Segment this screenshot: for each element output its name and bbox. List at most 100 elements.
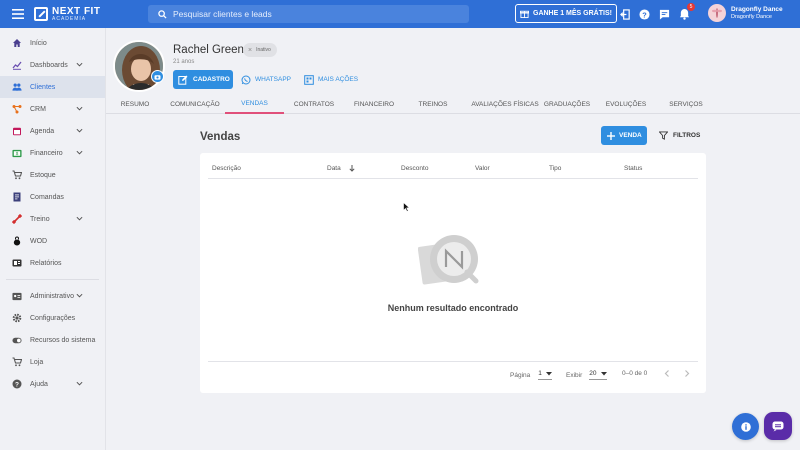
column-header-label: Data: [327, 165, 341, 172]
page-select[interactable]: 1: [538, 370, 553, 380]
sidebar-item-label: Agenda: [30, 127, 55, 135]
user-avatar: [708, 4, 726, 22]
sidebar-item-financeiro[interactable]: $ Financeiro: [0, 142, 105, 164]
tab-evolucoes[interactable]: EVOLUÇÕES: [606, 95, 646, 114]
sidebar-item-crm[interactable]: CRM: [0, 98, 105, 120]
next-page-button[interactable]: [684, 370, 690, 377]
menu-icon[interactable]: [4, 0, 32, 28]
bell-icon[interactable]: 5: [677, 3, 695, 21]
sidebar-item-configuracoes[interactable]: Configurações: [0, 307, 105, 329]
sidebar-item-label: CRM: [30, 105, 46, 113]
receipt-icon: [12, 192, 22, 202]
column-header[interactable]: Valor: [475, 165, 490, 172]
tab-treinos[interactable]: TREINOS: [416, 95, 450, 114]
sidebar-item-inicio[interactable]: Início: [0, 32, 105, 54]
support-chat-button[interactable]: [764, 412, 792, 440]
cadastro-button[interactable]: CADASTRO: [173, 70, 233, 89]
search-icon: [158, 9, 167, 19]
status-badge: × Inativo: [243, 43, 277, 57]
sidebar-item-label: Recursos do sistema: [30, 336, 96, 344]
notification-badge: 5: [687, 3, 695, 11]
column-header-date[interactable]: Data: [327, 165, 355, 172]
sidebar-item-clientes[interactable]: Clientes: [0, 76, 105, 98]
sidebar-item-estoque[interactable]: Estoque: [0, 164, 105, 186]
mouse-cursor-icon: [403, 202, 410, 212]
chevron-down-icon: [76, 106, 83, 111]
sidebar-item-label: Administrativo: [30, 292, 74, 300]
table-header: Descrição Data Desconto Valor Tipo Statu…: [208, 159, 698, 179]
chat-icon: [772, 421, 784, 431]
pagination-page-size: Exibir 20: [566, 370, 608, 380]
column-header[interactable]: Status: [624, 165, 642, 172]
page-size-select[interactable]: 20: [589, 370, 608, 380]
add-sale-label: VENDA: [619, 132, 642, 139]
sidebar-item-treino[interactable]: Treino: [0, 208, 105, 230]
sidebar-item-agenda[interactable]: Agenda: [0, 120, 105, 142]
chevron-down-icon: [76, 381, 83, 386]
sidebar-item-recursos[interactable]: Recursos do sistema: [0, 329, 105, 351]
sidebar-item-relatorios[interactable]: Relatórios: [0, 252, 105, 274]
prev-page-button[interactable]: [664, 370, 670, 377]
people-icon: [12, 82, 22, 92]
money-icon: $: [12, 148, 22, 158]
info-button[interactable]: [732, 413, 759, 440]
tab-comunicacao[interactable]: COMUNICAÇÃO: [168, 95, 222, 114]
chart-line-icon: [12, 60, 22, 70]
filters-button[interactable]: FILTROS: [659, 126, 700, 145]
empty-message: Nenhum resultado encontrado: [387, 303, 519, 313]
column-header[interactable]: Descrição: [212, 165, 241, 172]
sidebar-item-ajuda[interactable]: ? Ajuda: [0, 373, 105, 395]
add-sale-button[interactable]: VENDA: [601, 126, 647, 145]
chevron-down-icon: [76, 293, 83, 298]
help-icon[interactable]: ?: [637, 7, 651, 21]
column-header[interactable]: Tipo: [549, 165, 561, 172]
chevron-left-icon: [664, 370, 669, 377]
svg-text:?: ?: [642, 10, 647, 19]
page-label: Página: [510, 371, 531, 379]
sidebar-item-wod[interactable]: WOD: [0, 230, 105, 252]
change-photo-button[interactable]: [151, 70, 164, 83]
tab-avaliacoes-fisicas[interactable]: AVALIAÇÕES FÍSICAS: [466, 95, 544, 114]
plus-icon: [607, 131, 615, 140]
empty-search-icon: [418, 235, 479, 285]
sidebar-item-label: Início: [30, 39, 47, 47]
sidebar: Início Dashboards Clientes CRM Agenda $ …: [0, 28, 106, 450]
info-icon: [740, 421, 751, 432]
whatsapp-button[interactable]: WHATSAPP: [241, 70, 291, 89]
tab-financeiro[interactable]: FINANCEIRO: [351, 95, 397, 114]
cart-icon: [12, 357, 22, 367]
svg-text:?: ?: [15, 381, 19, 388]
sidebar-item-loja[interactable]: Loja: [0, 351, 105, 373]
tab-resumo[interactable]: RESUMO: [116, 95, 154, 114]
more-actions-button[interactable]: MAIS AÇÕES: [304, 70, 358, 89]
gear-icon: [12, 313, 22, 323]
column-header[interactable]: Desconto: [401, 165, 428, 172]
search-placeholder: Pesquisar clientes e leads: [173, 9, 272, 19]
chevron-down-icon: [76, 128, 83, 133]
client-name: Rachel Green: [173, 44, 244, 56]
user-name: Dragonfly Dance: [731, 5, 783, 13]
user-company: Dragonfly Dance: [731, 13, 772, 20]
sidebar-item-administrativo[interactable]: Administrativo: [0, 285, 105, 307]
whatsapp-icon: [241, 75, 251, 84]
search-input[interactable]: Pesquisar clientes e leads: [148, 5, 469, 23]
dumbbell-icon: [12, 214, 22, 224]
exit-icon[interactable]: [618, 7, 632, 21]
tab-vendas[interactable]: VENDAS: [225, 95, 284, 114]
sidebar-item-label: Treino: [30, 215, 50, 223]
tab-graduacoes[interactable]: GRADUAÇÕES: [544, 95, 590, 114]
app-logo[interactable]: NEXT FIT ACADEMIA: [34, 6, 100, 22]
user-menu[interactable]: Dragonfly Dance Dragonfly Dance: [708, 4, 783, 22]
sidebar-item-dashboards[interactable]: Dashboards: [0, 54, 105, 76]
sidebar-item-label: Configurações: [30, 314, 76, 322]
sidebar-item-label: Estoque: [30, 171, 56, 179]
cadastro-label: CADASTRO: [193, 76, 230, 83]
chat-icon[interactable]: [657, 7, 671, 21]
tab-contratos[interactable]: CONTRATOS: [291, 95, 337, 114]
tab-servicos[interactable]: SERVIÇOS: [668, 95, 704, 114]
sidebar-item-comandas[interactable]: Comandas: [0, 186, 105, 208]
promo-button[interactable]: GANHE 1 MÊS GRÁTIS!: [515, 4, 617, 23]
logo-icon: [34, 7, 48, 21]
table-footer-divider: [208, 361, 698, 362]
client-avatar[interactable]: [113, 40, 165, 92]
